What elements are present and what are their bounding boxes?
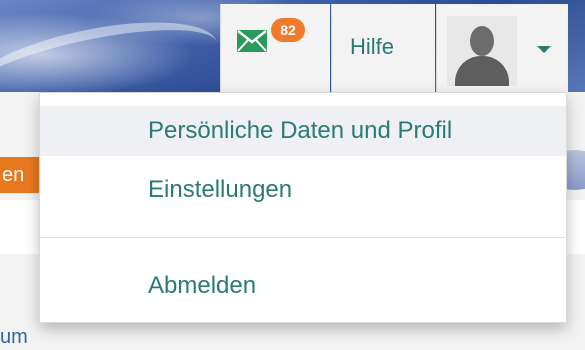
user-dropdown-menu: Persönliche Daten und Profil Einstellung… <box>39 92 567 323</box>
menu-item-profile[interactable]: Persönliche Daten und Profil <box>40 106 566 156</box>
user-menu-toggle[interactable] <box>436 4 568 92</box>
menu-divider <box>40 237 566 238</box>
background-link-fragment[interactable]: um <box>0 326 28 349</box>
menu-item-settings[interactable]: Einstellungen <box>40 165 566 215</box>
caret-down-icon <box>537 46 551 53</box>
avatar <box>447 16 517 86</box>
avatar-head-shape <box>470 26 494 56</box>
menu-item-logout[interactable]: Abmelden <box>40 261 566 311</box>
unread-count-badge: 82 <box>271 18 305 42</box>
avatar-body-shape <box>455 56 509 86</box>
messages-button[interactable]: 82 <box>220 4 330 92</box>
envelope-icon <box>237 30 267 52</box>
orange-tab-label: en <box>2 164 25 186</box>
help-button[interactable]: Hilfe <box>331 4 435 92</box>
help-label: Hilfe <box>350 34 395 59</box>
